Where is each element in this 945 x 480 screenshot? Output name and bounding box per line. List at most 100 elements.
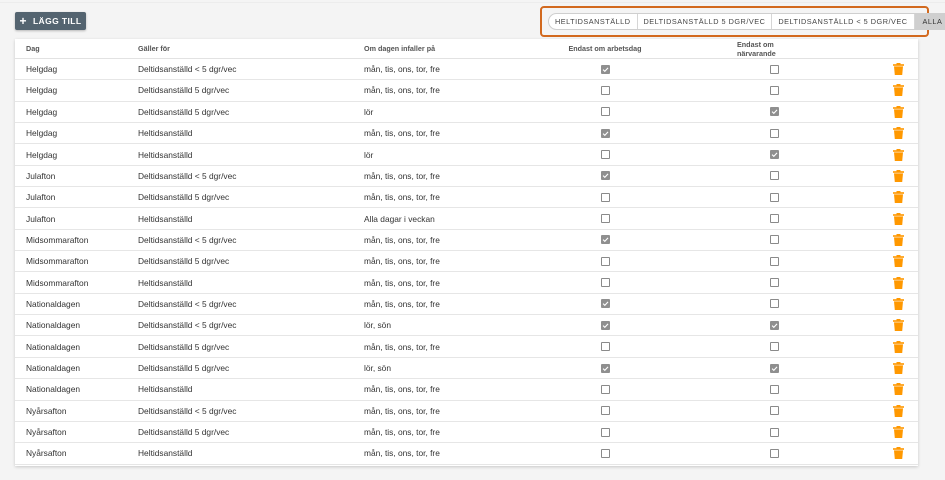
delete-button[interactable] (891, 315, 905, 335)
delete-button[interactable] (891, 80, 905, 100)
cell-om-dagen: mån, tis, ons, tor, fre (364, 298, 440, 309)
arbetsdag-checkbox[interactable] (600, 406, 610, 416)
cell-dag: Nationaldagen (26, 363, 81, 374)
narvarande-checkbox[interactable] (769, 363, 779, 373)
filter-button-3[interactable]: ALLA (914, 14, 945, 29)
arbetsdag-checkbox[interactable] (600, 214, 610, 224)
filter-button-2[interactable]: DELTIDSANSTÄLLD < 5 DGR/VEC (772, 14, 915, 29)
narvarande-checkbox[interactable] (769, 214, 779, 224)
cell-narvarande (741, 315, 807, 335)
narvarande-checkbox[interactable] (769, 150, 779, 160)
check-icon (602, 365, 608, 371)
arbetsdag-checkbox[interactable] (600, 235, 610, 245)
delete-button[interactable] (891, 59, 905, 79)
arbetsdag-checkbox[interactable] (600, 107, 610, 117)
cell-narvarande (741, 166, 807, 186)
narvarande-checkbox[interactable] (769, 406, 779, 416)
table-row: Midsommarafton Deltidsanställd 5 dgr/vec m… (15, 251, 918, 273)
delete-button[interactable] (891, 422, 905, 442)
narvarande-checkbox[interactable] (769, 235, 779, 245)
arbetsdag-checkbox[interactable] (600, 64, 610, 74)
arbetsdag-checkbox[interactable] (600, 427, 610, 437)
delete-button[interactable] (891, 358, 905, 378)
table-row: Midsommarafton Deltidsanställd < 5 dgr/ve… (15, 230, 918, 252)
arbetsdag-checkbox[interactable] (600, 128, 610, 138)
cell-om-dagen: mån, tis, ons, tor, fre (364, 341, 440, 352)
trash-icon (892, 340, 904, 353)
delete-button[interactable] (891, 251, 905, 271)
trash-icon (892, 276, 904, 289)
narvarande-checkbox[interactable] (769, 427, 779, 437)
header-endast-narvarande[interactable]: Endast om närvarande (737, 39, 811, 58)
cell-dag: Midsommarafton (26, 234, 89, 245)
arbetsdag-checkbox[interactable] (600, 299, 610, 309)
delete-button[interactable] (891, 337, 905, 357)
trash-icon (892, 383, 904, 396)
table-row: Nyårsafton Heltidsanställd mån, tis, ons, … (15, 443, 918, 465)
header-om-dagen[interactable]: Om dagen infaller på (364, 39, 435, 58)
trash-icon (892, 362, 904, 375)
delete-button[interactable] (891, 166, 905, 186)
delete-button[interactable] (891, 379, 905, 399)
arbetsdag-checkbox[interactable] (600, 278, 610, 288)
delete-button[interactable] (891, 401, 905, 421)
narvarande-checkbox[interactable] (769, 299, 779, 309)
arbetsdag-checkbox[interactable] (600, 320, 610, 330)
cell-narvarande (741, 379, 807, 399)
narvarande-checkbox[interactable] (769, 342, 779, 352)
arbetsdag-checkbox[interactable] (600, 192, 610, 202)
narvarande-checkbox[interactable] (769, 171, 779, 181)
narvarande-checkbox[interactable] (769, 256, 779, 266)
narvarande-checkbox[interactable] (769, 85, 779, 95)
narvarande-checkbox[interactable] (769, 192, 779, 202)
header-dag[interactable]: Dag (26, 39, 40, 58)
filter-button-0[interactable]: HELTIDSANSTÄLLD (549, 14, 638, 29)
cell-galler-for: Deltidsanställd 5 dgr/vec (138, 192, 230, 203)
header-galler-for[interactable]: Gäller för (138, 39, 170, 58)
arbetsdag-checkbox[interactable] (600, 384, 610, 394)
table-row: Nyårsafton Deltidsanställd < 5 dgr/vec mån… (15, 401, 918, 422)
delete-button[interactable] (891, 230, 905, 250)
check-icon (602, 237, 608, 243)
cell-om-dagen: lör, sön (364, 363, 392, 374)
filter-button-1[interactable]: DELTIDSANSTÄLLD 5 DGR/VEC (638, 14, 773, 29)
cell-arbetsdag (577, 102, 633, 122)
narvarande-checkbox[interactable] (769, 107, 779, 117)
narvarande-checkbox[interactable] (769, 278, 779, 288)
cell-narvarande (741, 251, 807, 271)
add-button[interactable]: + LÄGG TILL (15, 12, 86, 30)
cell-galler-for: Deltidsanställd < 5 dgr/vec (138, 405, 237, 416)
arbetsdag-checkbox[interactable] (600, 448, 610, 458)
check-icon (602, 131, 608, 136)
delete-button[interactable] (891, 208, 905, 228)
arbetsdag-checkbox[interactable] (600, 363, 610, 373)
narvarande-checkbox[interactable] (769, 64, 779, 74)
delete-button[interactable] (891, 187, 905, 207)
cell-dag: Midsommarafton (26, 256, 89, 267)
arbetsdag-checkbox[interactable] (600, 85, 610, 95)
narvarande-checkbox[interactable] (769, 320, 779, 330)
cell-dag: Helgdag (26, 106, 58, 117)
arbetsdag-checkbox[interactable] (600, 171, 610, 181)
narvarande-checkbox[interactable] (769, 384, 779, 394)
arbetsdag-checkbox[interactable] (600, 150, 610, 160)
delete-button[interactable] (891, 443, 905, 463)
delete-button[interactable] (891, 144, 905, 164)
narvarande-checkbox[interactable] (769, 128, 779, 138)
cell-narvarande (741, 294, 807, 314)
delete-button[interactable] (891, 294, 905, 314)
cell-arbetsdag (577, 80, 633, 100)
delete-button[interactable] (891, 123, 905, 143)
cell-narvarande (741, 230, 807, 250)
cell-dag: Nyårsafton (26, 448, 67, 459)
cell-dag: Nationaldagen (26, 341, 81, 352)
header-endast-arbetsdag[interactable]: Endast om arbetsdag (568, 39, 642, 58)
trash-icon (892, 404, 904, 417)
delete-button[interactable] (891, 273, 905, 293)
arbetsdag-checkbox[interactable] (600, 256, 610, 266)
trash-icon (892, 84, 904, 97)
narvarande-checkbox[interactable] (769, 448, 779, 458)
cell-narvarande (741, 208, 807, 228)
arbetsdag-checkbox[interactable] (600, 342, 610, 352)
delete-button[interactable] (891, 102, 905, 122)
